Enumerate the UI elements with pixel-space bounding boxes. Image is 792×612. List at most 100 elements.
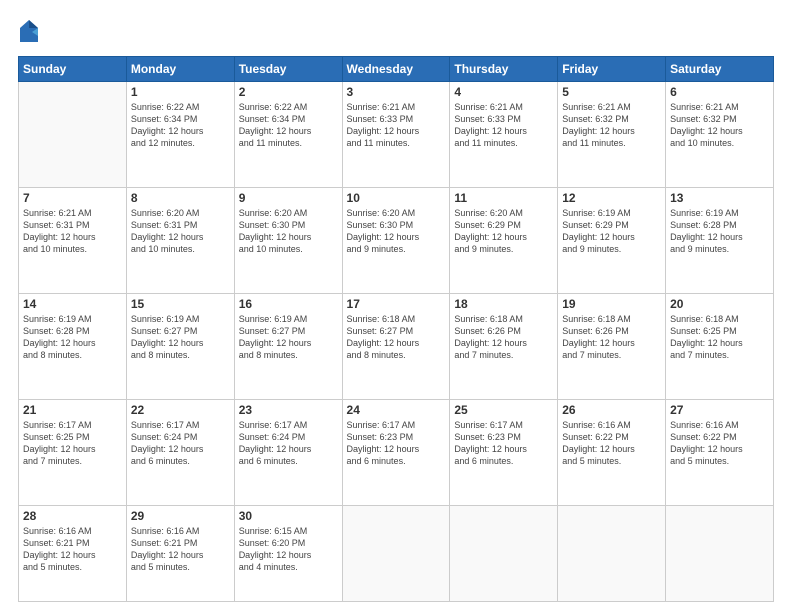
page: SundayMondayTuesdayWednesdayThursdayFrid… bbox=[0, 0, 792, 612]
day-number: 16 bbox=[239, 297, 338, 311]
calendar-cell: 20 Sunrise: 6:18 AM Sunset: 6:25 PM Dayli… bbox=[666, 293, 774, 399]
calendar-cell: 22Sunrise: 6:17 AM Sunset: 6:24 PM Dayli… bbox=[126, 399, 234, 505]
day-info: Sunrise: 6:17 AM Sunset: 6:25 PM Dayligh… bbox=[23, 419, 122, 468]
calendar-table: SundayMondayTuesdayWednesdayThursdayFrid… bbox=[18, 56, 774, 602]
day-number: 29 bbox=[131, 509, 230, 523]
day-number: 10 bbox=[347, 191, 446, 205]
day-info: Sunrise: 6:16 AM Sunset: 6:22 PM Dayligh… bbox=[562, 419, 661, 468]
day-number: 9 bbox=[239, 191, 338, 205]
day-info: Sunrise: 6:17 AM Sunset: 6:23 PM Dayligh… bbox=[347, 419, 446, 468]
calendar-cell: 24 Sunrise: 6:17 AM Sunset: 6:23 PM Dayli… bbox=[342, 399, 450, 505]
weekday-header-tuesday: Tuesday bbox=[234, 57, 342, 82]
day-info: Sunrise: 6:22 AM Sunset: 6:34 PM Dayligh… bbox=[239, 101, 338, 150]
day-info: Sunrise: 6:17 AM Sunset: 6:23 PM Dayligh… bbox=[454, 419, 553, 468]
calendar-cell: 6 Sunrise: 6:21 AM Sunset: 6:32 PM Daylig… bbox=[666, 82, 774, 188]
calendar-cell bbox=[450, 505, 558, 601]
calendar-cell: 15 Sunrise: 6:19 AM Sunset: 6:27 PM Dayli… bbox=[126, 293, 234, 399]
weekday-header-wednesday: Wednesday bbox=[342, 57, 450, 82]
day-number: 1 bbox=[131, 85, 230, 99]
calendar-cell bbox=[666, 505, 774, 601]
calendar-week-row: 14 Sunrise: 6:19 AM Sunset: 6:28 PM Dayli… bbox=[19, 293, 774, 399]
day-number: 5 bbox=[562, 85, 661, 99]
day-info: Sunrise: 6:15 AM Sunset: 6:20 PM Dayligh… bbox=[239, 525, 338, 574]
day-number: 11 bbox=[454, 191, 553, 205]
calendar-cell: 10 Sunrise: 6:20 AM Sunset: 6:30 PM Dayli… bbox=[342, 187, 450, 293]
weekday-header-row: SundayMondayTuesdayWednesdayThursdayFrid… bbox=[19, 57, 774, 82]
day-info: Sunrise: 6:16 AM Sunset: 6:21 PM Dayligh… bbox=[131, 525, 230, 574]
day-info: Sunrise: 6:19 AM Sunset: 6:27 PM Dayligh… bbox=[239, 313, 338, 362]
day-number: 23 bbox=[239, 403, 338, 417]
day-number: 25 bbox=[454, 403, 553, 417]
day-number: 6 bbox=[670, 85, 769, 99]
calendar-cell: 7Sunrise: 6:21 AM Sunset: 6:31 PM Daylig… bbox=[19, 187, 127, 293]
day-info: Sunrise: 6:16 AM Sunset: 6:21 PM Dayligh… bbox=[23, 525, 122, 574]
day-info: Sunrise: 6:21 AM Sunset: 6:32 PM Dayligh… bbox=[562, 101, 661, 150]
day-number: 24 bbox=[347, 403, 446, 417]
day-info: Sunrise: 6:20 AM Sunset: 6:30 PM Dayligh… bbox=[239, 207, 338, 256]
day-info: Sunrise: 6:18 AM Sunset: 6:25 PM Dayligh… bbox=[670, 313, 769, 362]
day-info: Sunrise: 6:21 AM Sunset: 6:32 PM Dayligh… bbox=[670, 101, 769, 150]
header bbox=[18, 18, 774, 46]
day-info: Sunrise: 6:21 AM Sunset: 6:33 PM Dayligh… bbox=[454, 101, 553, 150]
day-number: 30 bbox=[239, 509, 338, 523]
calendar-cell: 25 Sunrise: 6:17 AM Sunset: 6:23 PM Dayli… bbox=[450, 399, 558, 505]
calendar-cell: 2 Sunrise: 6:22 AM Sunset: 6:34 PM Daylig… bbox=[234, 82, 342, 188]
calendar-cell: 5 Sunrise: 6:21 AM Sunset: 6:32 PM Daylig… bbox=[558, 82, 666, 188]
calendar-cell: 17Sunrise: 6:18 AM Sunset: 6:27 PM Dayli… bbox=[342, 293, 450, 399]
day-info: Sunrise: 6:19 AM Sunset: 6:28 PM Dayligh… bbox=[670, 207, 769, 256]
day-number: 4 bbox=[454, 85, 553, 99]
weekday-header-thursday: Thursday bbox=[450, 57, 558, 82]
day-number: 14 bbox=[23, 297, 122, 311]
day-info: Sunrise: 6:21 AM Sunset: 6:31 PM Dayligh… bbox=[23, 207, 122, 256]
logo-icon bbox=[18, 18, 40, 46]
calendar-week-row: 21Sunrise: 6:17 AM Sunset: 6:25 PM Dayli… bbox=[19, 399, 774, 505]
day-info: Sunrise: 6:20 AM Sunset: 6:31 PM Dayligh… bbox=[131, 207, 230, 256]
calendar-week-row: 1 Sunrise: 6:22 AM Sunset: 6:34 PM Daylig… bbox=[19, 82, 774, 188]
day-number: 19 bbox=[562, 297, 661, 311]
calendar-cell: 30 Sunrise: 6:15 AM Sunset: 6:20 PM Dayli… bbox=[234, 505, 342, 601]
calendar-cell: 28Sunrise: 6:16 AM Sunset: 6:21 PM Dayli… bbox=[19, 505, 127, 601]
calendar-cell: 12Sunrise: 6:19 AM Sunset: 6:29 PM Dayli… bbox=[558, 187, 666, 293]
day-info: Sunrise: 6:16 AM Sunset: 6:22 PM Dayligh… bbox=[670, 419, 769, 468]
calendar-cell: 4 Sunrise: 6:21 AM Sunset: 6:33 PM Daylig… bbox=[450, 82, 558, 188]
calendar-cell: 13 Sunrise: 6:19 AM Sunset: 6:28 PM Dayli… bbox=[666, 187, 774, 293]
calendar-week-row: 28Sunrise: 6:16 AM Sunset: 6:21 PM Dayli… bbox=[19, 505, 774, 601]
day-info: Sunrise: 6:18 AM Sunset: 6:26 PM Dayligh… bbox=[454, 313, 553, 362]
day-info: Sunrise: 6:19 AM Sunset: 6:27 PM Dayligh… bbox=[131, 313, 230, 362]
day-info: Sunrise: 6:17 AM Sunset: 6:24 PM Dayligh… bbox=[131, 419, 230, 468]
day-number: 20 bbox=[670, 297, 769, 311]
calendar-cell: 1 Sunrise: 6:22 AM Sunset: 6:34 PM Daylig… bbox=[126, 82, 234, 188]
calendar-cell: 3Sunrise: 6:21 AM Sunset: 6:33 PM Daylig… bbox=[342, 82, 450, 188]
day-info: Sunrise: 6:22 AM Sunset: 6:34 PM Dayligh… bbox=[131, 101, 230, 150]
calendar-cell: 18 Sunrise: 6:18 AM Sunset: 6:26 PM Dayli… bbox=[450, 293, 558, 399]
day-info: Sunrise: 6:19 AM Sunset: 6:28 PM Dayligh… bbox=[23, 313, 122, 362]
day-info: Sunrise: 6:17 AM Sunset: 6:24 PM Dayligh… bbox=[239, 419, 338, 468]
day-number: 15 bbox=[131, 297, 230, 311]
calendar-cell: 29 Sunrise: 6:16 AM Sunset: 6:21 PM Dayli… bbox=[126, 505, 234, 601]
calendar-cell: 8 Sunrise: 6:20 AM Sunset: 6:31 PM Daylig… bbox=[126, 187, 234, 293]
calendar-cell: 21Sunrise: 6:17 AM Sunset: 6:25 PM Dayli… bbox=[19, 399, 127, 505]
calendar-cell: 9 Sunrise: 6:20 AM Sunset: 6:30 PM Daylig… bbox=[234, 187, 342, 293]
calendar-cell: 16 Sunrise: 6:19 AM Sunset: 6:27 PM Dayli… bbox=[234, 293, 342, 399]
day-number: 18 bbox=[454, 297, 553, 311]
logo bbox=[18, 18, 44, 46]
weekday-header-saturday: Saturday bbox=[666, 57, 774, 82]
day-info: Sunrise: 6:20 AM Sunset: 6:30 PM Dayligh… bbox=[347, 207, 446, 256]
day-number: 27 bbox=[670, 403, 769, 417]
day-info: Sunrise: 6:18 AM Sunset: 6:26 PM Dayligh… bbox=[562, 313, 661, 362]
day-info: Sunrise: 6:20 AM Sunset: 6:29 PM Dayligh… bbox=[454, 207, 553, 256]
day-number: 8 bbox=[131, 191, 230, 205]
day-number: 17 bbox=[347, 297, 446, 311]
calendar-cell: 27 Sunrise: 6:16 AM Sunset: 6:22 PM Dayli… bbox=[666, 399, 774, 505]
calendar-cell bbox=[19, 82, 127, 188]
weekday-header-friday: Friday bbox=[558, 57, 666, 82]
calendar-week-row: 7Sunrise: 6:21 AM Sunset: 6:31 PM Daylig… bbox=[19, 187, 774, 293]
day-number: 2 bbox=[239, 85, 338, 99]
calendar-cell bbox=[342, 505, 450, 601]
calendar-cell bbox=[558, 505, 666, 601]
calendar-cell: 19 Sunrise: 6:18 AM Sunset: 6:26 PM Dayli… bbox=[558, 293, 666, 399]
day-number: 12 bbox=[562, 191, 661, 205]
day-number: 3 bbox=[347, 85, 446, 99]
calendar-cell: 26Sunrise: 6:16 AM Sunset: 6:22 PM Dayli… bbox=[558, 399, 666, 505]
day-number: 13 bbox=[670, 191, 769, 205]
